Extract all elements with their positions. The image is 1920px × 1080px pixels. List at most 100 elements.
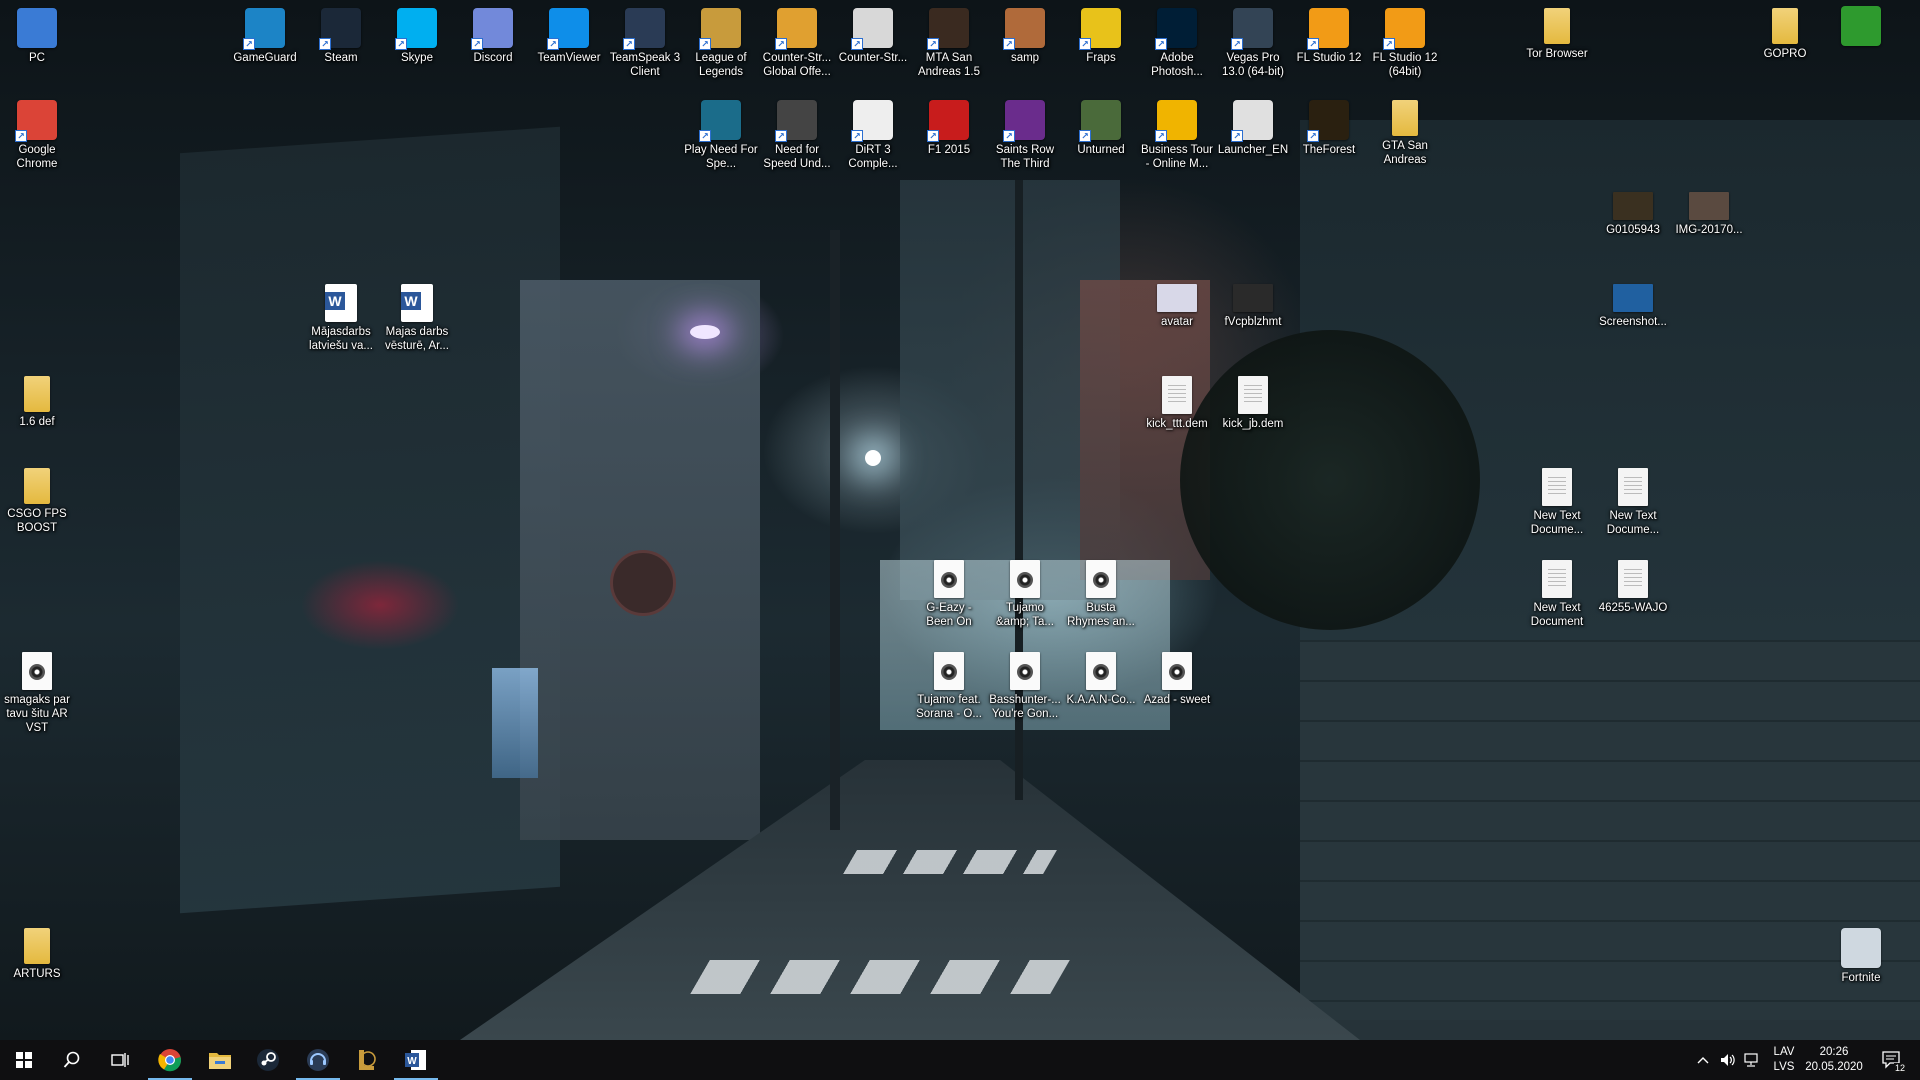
desktop-icon-launcher[interactable]: ↗ Launcher_EN — [1216, 96, 1290, 157]
desktop-icon-kickttt[interactable]: kick_ttt.dem — [1140, 372, 1214, 431]
desktop-icon-discord[interactable]: ↗ Discord — [456, 4, 530, 65]
desktop-icon-fvcp[interactable]: fVcpblzhmt — [1216, 280, 1290, 329]
wallpaper-pole — [830, 230, 840, 830]
task-view-button[interactable] — [96, 1040, 144, 1080]
nfs-icon: ↗ — [775, 100, 817, 142]
desktop-icon-vegas[interactable]: ↗ Vegas Pro 13.0 (64-bit) — [1216, 4, 1290, 79]
tray-overflow-chevron[interactable] — [1692, 1040, 1714, 1080]
taskbar-league[interactable] — [342, 1040, 390, 1080]
folder-icon — [1544, 8, 1570, 44]
desktop-icon-label: K.A.A.N-Co... — [1066, 694, 1136, 706]
desktop-icon-steam[interactable]: ↗ Steam — [304, 4, 378, 65]
word-icon: W — [325, 284, 357, 322]
desktop-icon-label: New Text Document — [1530, 602, 1584, 628]
desktop-icon-mta[interactable]: ↗ MTA San Andreas 1.5 — [912, 4, 986, 79]
desktop-icon-samp[interactable]: ↗ samp — [988, 4, 1062, 65]
desktop-icon-label: Play Need For Spe... — [684, 144, 758, 170]
desktop-icon-unturned[interactable]: ↗ Unturned — [1064, 96, 1138, 157]
desktop-icon-f1[interactable]: ↗ F1 2015 — [912, 96, 986, 157]
desktop-icon-tujamo1[interactable]: Tujamo &amp; Ta... — [988, 556, 1062, 629]
desktop-icon-dirt3[interactable]: ↗ DiRT 3 Comple... — [836, 96, 910, 171]
taskbar-steam[interactable] — [244, 1040, 292, 1080]
desktop-icon-label: Fortnite — [1841, 972, 1881, 984]
desktop-icon-wajo[interactable]: 46255-WAJO — [1596, 556, 1670, 615]
csgo-icon: ↗ — [775, 8, 817, 50]
desktop-icon-azad[interactable]: Azad - sweet — [1140, 648, 1214, 707]
desktop-icon-label: IMG-20170... — [1675, 224, 1743, 236]
fl-studio-icon: ↗ — [1383, 8, 1425, 50]
desktop-icon-basshunter[interactable]: Basshunter-... You're Gon... — [988, 648, 1062, 721]
desktop-icon-fortnite[interactable]: Fortnite — [1824, 924, 1898, 985]
tray-language[interactable]: LAV LVS — [1768, 1040, 1800, 1080]
desktop-icon-geazy[interactable]: G-Eazy - Been On — [912, 556, 986, 629]
taskbar-word[interactable]: W — [392, 1040, 440, 1080]
desktop-icon-label: TeamSpeak 3 Client — [609, 52, 681, 78]
desktop-icon-label: New Text Docume... — [1530, 510, 1584, 536]
mta-icon: ↗ — [927, 8, 969, 50]
desktop-icon-g0105943[interactable]: G0105943 — [1596, 188, 1670, 237]
desktop-icon-fraps[interactable]: ↗ Fraps — [1064, 4, 1138, 65]
desktop-icon-cs[interactable]: ↗ Counter-Str... — [836, 4, 910, 65]
desktop-icon-teamviewer[interactable]: ↗ TeamViewer — [532, 4, 606, 65]
shortcut-arrow-icon: ↗ — [927, 38, 939, 50]
desktop-icon-img2017[interactable]: IMG-20170... — [1672, 188, 1746, 237]
taskbar-chrome[interactable] — [146, 1040, 194, 1080]
desktop-icon-csgofps[interactable]: CSGO FPS BOOST — [0, 464, 74, 535]
desktop-icon-kickjb[interactable]: kick_jb.dem — [1216, 372, 1290, 431]
desktop-icon-busta[interactable]: Busta Rhymes an... — [1064, 556, 1138, 629]
desktop-icon-label: 1.6 def — [19, 416, 55, 428]
forest-icon: ↗ — [1307, 100, 1349, 142]
desktop-icon-newtext1[interactable]: New Text Docume... — [1520, 464, 1594, 537]
desktop-icon-majasdarbs2[interactable]: W Majas darbs vēsturē, Ar... — [380, 280, 454, 353]
desktop-icon-label: Vegas Pro 13.0 (64-bit) — [1221, 52, 1284, 78]
desktop-icon-smagaks[interactable]: smagaks par tavu šitu AR VST — [0, 648, 74, 735]
desktop-icon-pc[interactable]: PC — [0, 4, 74, 65]
desktop-icon-photoshop[interactable]: ↗ Adobe Photosh... — [1140, 4, 1214, 79]
desktop-icon-newtext3[interactable]: New Text Document — [1520, 556, 1594, 629]
desktop-icon-kaan[interactable]: K.A.A.N-Co... — [1064, 648, 1138, 707]
desktop-icon-teamspeak[interactable]: ↗ TeamSpeak 3 Client — [608, 4, 682, 79]
counter-strike-icon: ↗ — [851, 8, 893, 50]
photo-icon — [1613, 192, 1653, 220]
audio-file-icon — [1010, 652, 1040, 690]
search-button[interactable] — [48, 1040, 96, 1080]
text-file-icon — [1542, 560, 1572, 598]
desktop-icon-newtext2[interactable]: New Text Docume... — [1596, 464, 1670, 537]
desktop-icon-tor[interactable]: Tor Browser — [1520, 4, 1594, 61]
desktop-icon-tujamo2[interactable]: Tujamo feat. Sorana - O... — [912, 648, 986, 721]
start-button[interactable] — [0, 1040, 48, 1080]
desktop-icon-theforest[interactable]: ↗ TheForest — [1292, 96, 1366, 157]
desktop-icon-gameguard[interactable]: ↗ GameGuard — [228, 4, 302, 65]
desktop-icon-gtasa[interactable]: GTA San Andreas — [1368, 96, 1442, 167]
shortcut-arrow-icon: ↗ — [547, 38, 559, 50]
tray-network[interactable] — [1740, 1040, 1764, 1080]
desktop-icon-tree[interactable] — [1824, 2, 1898, 49]
desktop-icon-arturs[interactable]: ARTURS — [0, 924, 74, 981]
desktop-icon-csgo[interactable]: ↗ Counter-Str... Global Offe... — [760, 4, 834, 79]
desktop-icon-fl12[interactable]: ↗ FL Studio 12 — [1292, 4, 1366, 65]
desktop-icon-chrome[interactable]: ↗ Google Chrome — [0, 96, 74, 171]
action-center-button[interactable]: 12 — [1872, 1040, 1912, 1080]
desktop-icon-screenshot[interactable]: Screenshot... — [1596, 280, 1670, 329]
unturned-icon: ↗ — [1079, 100, 1121, 142]
gameguard-icon: ↗ — [243, 8, 285, 50]
desktop-icon-gopro[interactable]: GOPRO — [1748, 4, 1822, 61]
desktop-icon-nfsu[interactable]: ↗ Need for Speed Und... — [760, 96, 834, 171]
text-file-icon — [1542, 468, 1572, 506]
desktop-icon-majasdarbs1[interactable]: W Mājasdarbs latviešu va... — [304, 280, 378, 353]
desktop-icon-saintsrow[interactable]: ↗ Saints Row The Third — [988, 96, 1062, 171]
shortcut-arrow-icon: ↗ — [699, 38, 711, 50]
tray-clock[interactable]: 20:26 20.05.2020 — [1800, 1040, 1868, 1080]
desktop-icon-def16[interactable]: 1.6 def — [0, 372, 74, 429]
desktop-icon-avatar[interactable]: avatar — [1140, 280, 1214, 329]
tray-volume[interactable] — [1716, 1040, 1740, 1080]
desktop-icon-skype[interactable]: ↗ Skype — [380, 4, 454, 65]
desktop-icon-businesstour[interactable]: ↗ Business Tour - Online M... — [1140, 96, 1214, 171]
taskbar-teamspeak[interactable] — [294, 1040, 342, 1080]
desktop-icon-fl12x64[interactable]: ↗ FL Studio 12 (64bit) — [1368, 4, 1442, 79]
desktop-icon-label: F1 2015 — [927, 144, 971, 156]
shortcut-arrow-icon: ↗ — [395, 38, 407, 50]
desktop-icon-lol[interactable]: ↗ League of Legends — [684, 4, 758, 79]
desktop-icon-nfs[interactable]: ↗ Play Need For Spe... — [684, 96, 758, 171]
taskbar-file-explorer[interactable] — [196, 1040, 244, 1080]
